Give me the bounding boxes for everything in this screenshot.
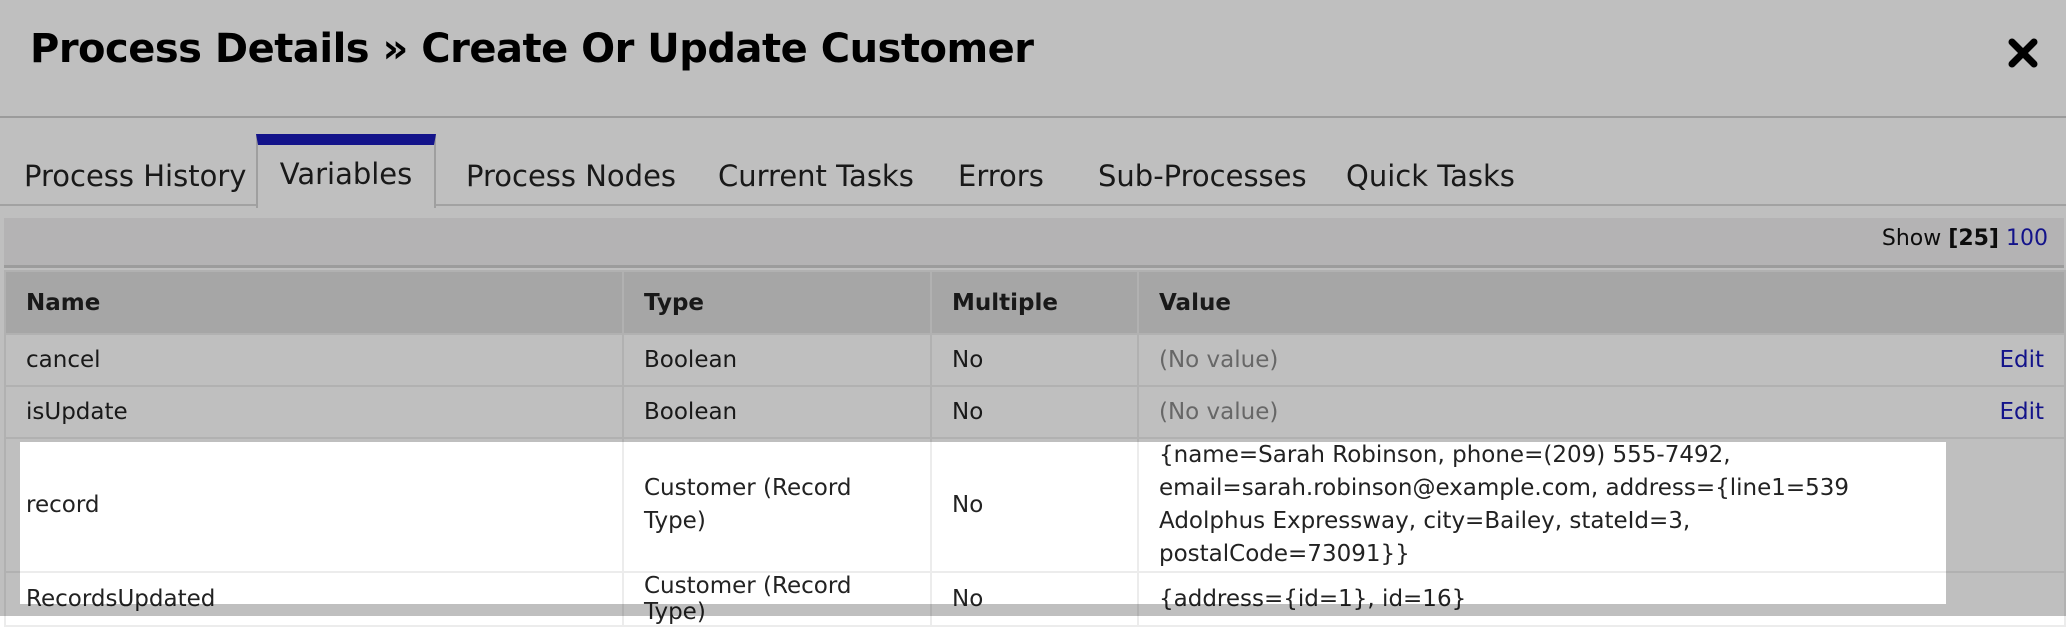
column-header-value[interactable]: Value (1137, 270, 2066, 335)
value-text: {address={id=1}, id=16} (1159, 586, 1467, 612)
tab-process-history[interactable]: Process History (24, 134, 246, 206)
column-header-multiple[interactable]: Multiple (930, 270, 1139, 335)
cell-value: {address={id=1}, id=16} (1137, 571, 2066, 627)
edit-link[interactable]: Edit (1999, 347, 2044, 373)
table-row: record Customer (Record Type) No {name=S… (4, 437, 2066, 573)
cell-multiple: No (930, 333, 1139, 387)
cell-multiple: No (930, 385, 1139, 439)
tab-sub-processes[interactable]: Sub-Processes (1098, 134, 1307, 206)
value-text: (No value) (1159, 399, 1279, 425)
tab-quick-tasks[interactable]: Quick Tasks (1346, 134, 1515, 206)
variables-table: Name Type Multiple Value cancel Boolean … (4, 270, 2066, 627)
tab-errors[interactable]: Errors (958, 134, 1044, 206)
process-details-dialog: Process Details » Create Or Update Custo… (0, 0, 2066, 627)
cell-value: (No value) Edit (1137, 385, 2066, 439)
edit-link[interactable]: Edit (1999, 399, 2044, 425)
cell-value: {name=Sarah Robinson, phone=(209) 555-74… (1137, 437, 2066, 573)
close-icon (2008, 38, 2038, 68)
cell-name: cancel (4, 333, 624, 387)
cell-type: Boolean (622, 385, 932, 439)
close-button[interactable] (2006, 36, 2040, 70)
column-header-name[interactable]: Name (4, 270, 624, 335)
page-size-current: [25] (1948, 226, 1999, 251)
table-header-row: Name Type Multiple Value (4, 270, 2066, 335)
cell-name: isUpdate (4, 385, 624, 439)
cell-name: record (4, 437, 624, 573)
cell-multiple: No (930, 437, 1139, 573)
cell-name: RecordsUpdated (4, 571, 624, 627)
value-text: {name=Sarah Robinson, phone=(209) 555-74… (1159, 442, 1850, 567)
page-size-option-100[interactable]: 100 (2006, 226, 2048, 251)
cell-value: (No value) Edit (1137, 333, 2066, 387)
tab-current-tasks[interactable]: Current Tasks (718, 134, 914, 206)
value-text: (No value) (1159, 347, 1279, 373)
cell-type: Customer (Record Type) (622, 571, 932, 627)
tab-bar: Process History Variables Process Nodes … (0, 134, 2066, 208)
cell-type: Boolean (622, 333, 932, 387)
cell-type: Customer (Record Type) (622, 437, 932, 573)
cell-multiple: No (930, 571, 1139, 627)
tab-variables[interactable]: Variables (256, 134, 436, 208)
grid-toolbar: Show [25] 100 (4, 218, 2064, 268)
table-row: RecordsUpdated Customer (Record Type) No… (4, 571, 2066, 627)
dialog-header: Process Details » Create Or Update Custo… (0, 0, 2066, 118)
table-row: cancel Boolean No (No value) Edit (4, 333, 2066, 387)
page-size-control: Show [25] 100 (1882, 226, 2048, 251)
dialog-title: Process Details » Create Or Update Custo… (30, 26, 1034, 72)
tab-process-nodes[interactable]: Process Nodes (466, 134, 676, 206)
table-row: isUpdate Boolean No (No value) Edit (4, 385, 2066, 439)
show-label: Show (1881, 226, 1942, 251)
column-header-type[interactable]: Type (622, 270, 932, 335)
